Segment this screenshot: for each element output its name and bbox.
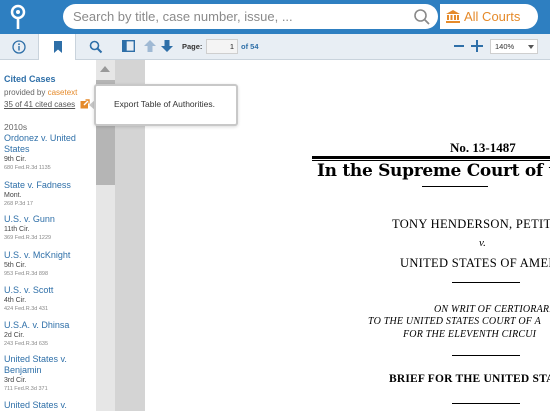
writ-line-1: ON WRIT OF CERTIORARI xyxy=(434,304,550,315)
case-title[interactable]: U.S. v. Scott xyxy=(4,285,94,296)
viewer-toolbar: Page: 1 of 54 140% xyxy=(115,34,550,60)
case-court: 4th Cir. xyxy=(4,297,27,304)
case-court: 5th Cir. xyxy=(4,262,27,269)
divider xyxy=(312,156,550,159)
export-tooltip: Export Table of Authorities. xyxy=(94,84,238,126)
cited-cases-panel: Cited Cases provided by casetext 35 of 4… xyxy=(0,60,96,411)
divider xyxy=(452,403,520,404)
provided-by: provided by casetext xyxy=(4,88,77,97)
case-item[interactable]: United States v. Benjamin 3rd Cir. 711 F… xyxy=(4,354,94,393)
search-icon xyxy=(89,40,103,54)
case-citation: 243 Fed.R.3d 635 xyxy=(4,341,49,347)
case-court: 2d Cir. xyxy=(4,332,25,339)
case-title[interactable]: U.S. v. Gunn xyxy=(4,214,94,225)
zoom-in-button[interactable] xyxy=(471,40,483,52)
courthouse-icon xyxy=(446,10,460,23)
versus: v. xyxy=(479,237,486,249)
writ-line-3: FOR THE ELEVENTH CIRCUI xyxy=(403,329,537,340)
case-court: 3rd Cir. xyxy=(4,377,27,384)
logo-icon[interactable] xyxy=(7,4,29,30)
search-box[interactable]: Search by title, case number, issue, ... xyxy=(63,4,438,29)
courts-dropdown[interactable]: All Courts xyxy=(440,4,538,29)
case-citation: 953 Fed.R.3d 898 xyxy=(4,271,49,277)
case-citation: 369 Fed.R.3d 1229 xyxy=(4,235,52,241)
toggle-sidebar-icon[interactable] xyxy=(122,40,135,52)
petitioner: TONY HENDERSON, PETITIO xyxy=(392,217,550,231)
divider xyxy=(452,282,520,283)
sidebar-tabs xyxy=(0,34,115,61)
courts-label: All Courts xyxy=(464,9,521,24)
case-item[interactable]: Ordonez v. United States 9th Cir. 680 Fe… xyxy=(4,133,94,172)
cited-cases-count-link[interactable]: 35 of 41 cited cases xyxy=(4,100,75,109)
divider xyxy=(452,355,520,356)
case-court: Mont. xyxy=(4,192,22,199)
chevron-down-icon xyxy=(528,45,534,49)
zoom-out-button[interactable] xyxy=(454,45,464,47)
case-title[interactable]: Ordonez v. United States xyxy=(4,133,94,155)
provider-logo[interactable]: casetext xyxy=(48,88,78,97)
decade-label: 2010s xyxy=(4,122,28,132)
search-input[interactable]: Search by title, case number, issue, ... xyxy=(73,9,293,24)
case-court: 9th Cir. xyxy=(4,156,27,163)
tab-bookmarks[interactable] xyxy=(38,34,76,61)
case-citation: 680 Fed.R.3d 1135 xyxy=(4,165,51,171)
tooltip-text: Export Table of Authorities. xyxy=(114,99,215,109)
case-item[interactable]: State v. Fadness Mont. 268 P.3d 17 xyxy=(4,180,94,208)
case-title[interactable]: United States v. xyxy=(4,400,94,411)
bookmark-icon xyxy=(54,41,62,53)
page-count: of 54 xyxy=(241,42,259,51)
case-item[interactable]: U.S. v. Gunn 11th Cir. 369 Fed.R.3d 1229 xyxy=(4,214,94,242)
case-item[interactable]: U.S. v. McKnight 5th Cir. 953 Fed.R.3d 8… xyxy=(4,250,94,278)
search-icon[interactable] xyxy=(413,8,431,26)
case-title[interactable]: State v. Fadness xyxy=(4,180,94,191)
case-citation: 711 Fed.R.3d 371 xyxy=(4,386,48,392)
top-bar: Search by title, case number, issue, ...… xyxy=(0,0,550,34)
case-title[interactable]: U.S. v. McKnight xyxy=(4,250,94,261)
provided-by-label: provided by xyxy=(4,88,46,97)
page-label: Page: xyxy=(182,42,203,51)
case-item[interactable]: U.S.A. v. Dhinsa 2d Cir. 243 Fed.R.3d 63… xyxy=(4,320,94,348)
case-title[interactable]: U.S.A. v. Dhinsa xyxy=(4,320,94,331)
page-number-input[interactable]: 1 xyxy=(206,39,238,54)
next-page-icon[interactable] xyxy=(160,39,174,53)
previous-page-icon[interactable] xyxy=(143,39,157,53)
case-title[interactable]: United States v. Benjamin xyxy=(4,354,94,376)
tab-info[interactable] xyxy=(0,34,38,60)
docket-number: No. 13-1487 xyxy=(450,140,516,155)
scroll-up-arrow[interactable] xyxy=(100,66,110,72)
divider xyxy=(422,186,488,187)
case-citation: 268 P.3d 17 xyxy=(4,201,33,207)
brief-title: BRIEF FOR THE UNITED STA xyxy=(389,373,550,385)
case-item[interactable]: U.S. v. Scott 4th Cir. 424 Fed.R.3d 431 xyxy=(4,285,94,313)
case-citation: 424 Fed.R.3d 431 xyxy=(4,306,49,312)
respondent: UNITED STATES OF AMERI xyxy=(400,256,550,270)
case-item[interactable]: United States v. xyxy=(4,400,94,411)
case-court: 11th Cir. xyxy=(4,226,30,233)
info-icon xyxy=(12,40,26,54)
court-heading: In the Supreme Court of the U xyxy=(317,161,550,181)
writ-line-2: TO THE UNITED STATES COURT OF A xyxy=(368,316,541,327)
tab-search[interactable] xyxy=(77,34,115,60)
cited-cases-heading: Cited Cases xyxy=(4,74,56,84)
